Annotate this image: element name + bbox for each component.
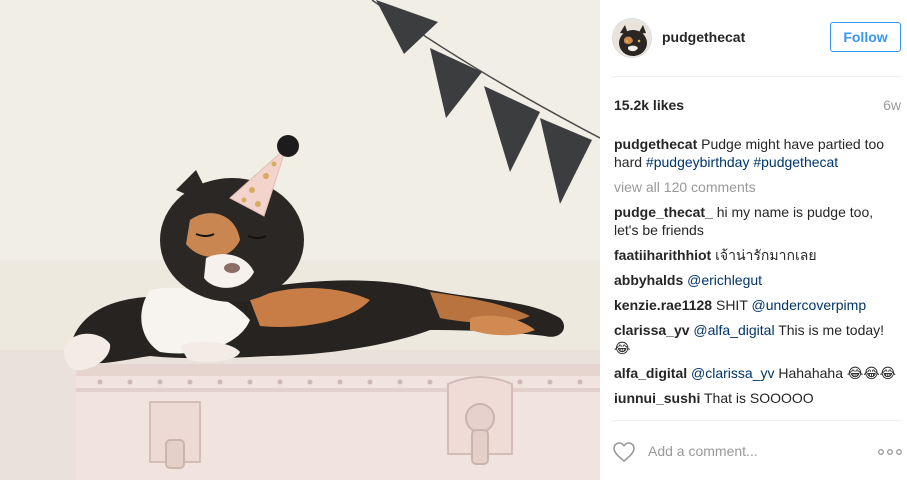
comment-username[interactable]: kenzie.rae1128 — [614, 297, 712, 313]
heart-icon[interactable] — [612, 440, 636, 464]
post-header: pudgethecat Follow — [612, 18, 901, 58]
mention-link[interactable]: @alfa_digital — [693, 322, 774, 338]
mention-link[interactable]: @erichlegut — [687, 272, 762, 288]
cat-party-photo — [0, 0, 600, 480]
view-all-comments-link[interactable]: view all 120 comments — [614, 178, 899, 196]
comment-text: เจ้าน่ารักมากเลย — [715, 247, 817, 263]
comment-text: Hahahaha 😂😂😂 — [778, 365, 896, 381]
list-item: iunnui_sushi That is SOOOOO — [614, 389, 899, 407]
comment-username[interactable]: abbyhalds — [614, 272, 683, 288]
footer-divider — [612, 420, 901, 421]
comment-username[interactable]: clarissa_yv — [614, 322, 690, 338]
comment-username[interactable]: pudge_thecat_ — [614, 204, 713, 220]
follow-button[interactable]: Follow — [830, 22, 901, 52]
comment-footer — [612, 438, 903, 468]
list-item: clarissa_yv @alfa_digital This is me tod… — [614, 321, 899, 357]
comment-text: That is SOOOOO — [703, 390, 814, 406]
post-side-panel: pudgethecat Follow 15.2k likes 6w pudget… — [600, 0, 907, 480]
more-options-icon[interactable] — [877, 444, 903, 460]
comment-text: SHIT — [715, 297, 748, 313]
post-photo[interactable] — [0, 0, 600, 480]
comment-username[interactable]: faatiiharithhiot — [614, 247, 711, 263]
likes-count[interactable]: 15.2k likes — [614, 97, 684, 113]
add-comment-input[interactable] — [648, 443, 868, 459]
cat-avatar-icon — [613, 19, 651, 57]
list-item: alfa_digital @clarissa_yv Hahahaha 😂😂😂 — [614, 364, 899, 382]
list-item: kenzie.rae1128 SHIT @undercoverpimp — [614, 296, 899, 314]
list-item: faatiiharithhiot เจ้าน่ารักมากเลย — [614, 246, 899, 264]
avatar[interactable] — [612, 18, 652, 58]
hashtag-link[interactable]: #pudgeybirthday — [646, 154, 750, 170]
hashtag-link[interactable]: #pudgethecat — [753, 154, 838, 170]
list-item: pudge_thecat_ hi my name is pudge too, l… — [614, 203, 899, 239]
comment-username[interactable]: iunnui_sushi — [614, 390, 700, 406]
caption: pudgethecat Pudge might have partied too… — [614, 135, 899, 171]
comment-username[interactable]: alfa_digital — [614, 365, 687, 381]
caption-username[interactable]: pudgethecat — [614, 136, 697, 152]
list-item: abbyhalds @erichlegut — [614, 271, 899, 289]
mention-link[interactable]: @clarissa_yv — [691, 365, 774, 381]
username[interactable]: pudgethecat — [662, 29, 745, 45]
mention-link[interactable]: @undercoverpimp — [752, 297, 867, 313]
comments-list[interactable]: pudgethecat Pudge might have partied too… — [614, 135, 899, 419]
header-divider — [612, 76, 901, 77]
post-age[interactable]: 6w — [883, 97, 901, 113]
